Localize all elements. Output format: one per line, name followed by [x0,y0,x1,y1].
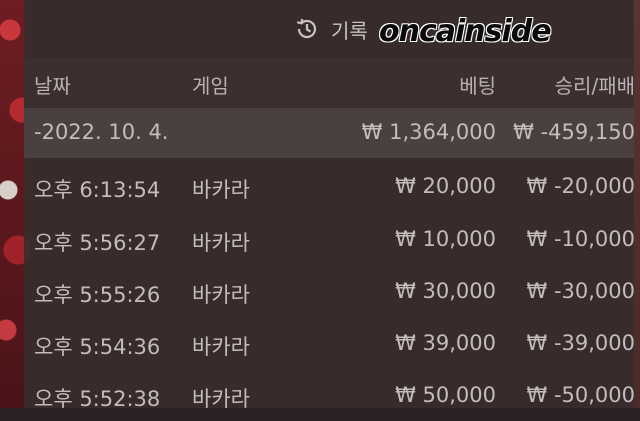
summary-bet: ₩ 1,364,000 [361,120,496,144]
row-bet: ₩ 39,000 [395,331,496,355]
column-header-game[interactable]: 게임 [192,70,229,99]
row-game: 바카라 [192,178,250,202]
row-bet: ₩ 50,000 [395,383,496,407]
table-row[interactable]: 오후 5:54:36 바카라 ₩ 39,000 ₩ -39,000 [24,319,636,369]
row-game: 바카라 [192,231,250,255]
history-clock-icon [296,18,317,39]
table-row[interactable]: 오후 5:55:26 바카라 ₩ 30,000 ₩ -30,000 [24,267,636,317]
row-game: 바카라 [192,283,250,307]
row-result: ₩ -50,000 [526,383,636,407]
row-result: ₩ -39,000 [526,331,636,355]
column-header-result[interactable]: 승리/패배 [555,70,635,99]
row-date: 오후 6:13:54 [34,178,161,202]
row-game: 바카라 [192,387,250,411]
table-row[interactable]: 오후 5:56:27 바카라 ₩ 10,000 ₩ -10,000 [24,215,636,265]
history-panel: 기록 oncainside 날짜 게임 베팅 승리/패배 -2022. 10. … [24,0,636,411]
row-game: 바카라 [192,335,250,359]
row-result: ₩ -30,000 [526,279,636,303]
column-header-date[interactable]: 날짜 [34,70,71,99]
summary-row[interactable]: -2022. 10. 4. ₩ 1,364,000 ₩ -459,150 [24,108,635,158]
watermark-logo: oncainside [379,14,552,49]
row-date: 오후 5:54:36 [34,335,161,359]
table-row[interactable]: 오후 5:52:38 바카라 ₩ 50,000 ₩ -50,000 [24,371,636,421]
history-topbar: 기록 oncainside [24,0,634,58]
summary-date: -2022. 10. 4. [34,120,169,144]
row-bet: ₩ 10,000 [395,227,496,251]
row-result: ₩ -20,000 [526,174,636,198]
column-header-bet[interactable]: 베팅 [459,70,496,99]
page-title: 기록 [331,19,368,43]
row-date: 오후 5:55:26 [34,283,161,307]
row-bet: ₩ 20,000 [395,174,496,198]
row-bet: ₩ 30,000 [395,279,496,303]
row-date: 오후 5:56:27 [34,231,161,255]
row-date: 오후 5:52:38 [34,387,161,411]
row-result: ₩ -10,000 [526,227,636,251]
table-header: 날짜 게임 베팅 승리/패배 [24,58,635,108]
table-row[interactable]: 오후 6:13:54 바카라 ₩ 20,000 ₩ -20,000 [24,162,636,212]
summary-result: ₩ -459,150 [513,120,635,144]
